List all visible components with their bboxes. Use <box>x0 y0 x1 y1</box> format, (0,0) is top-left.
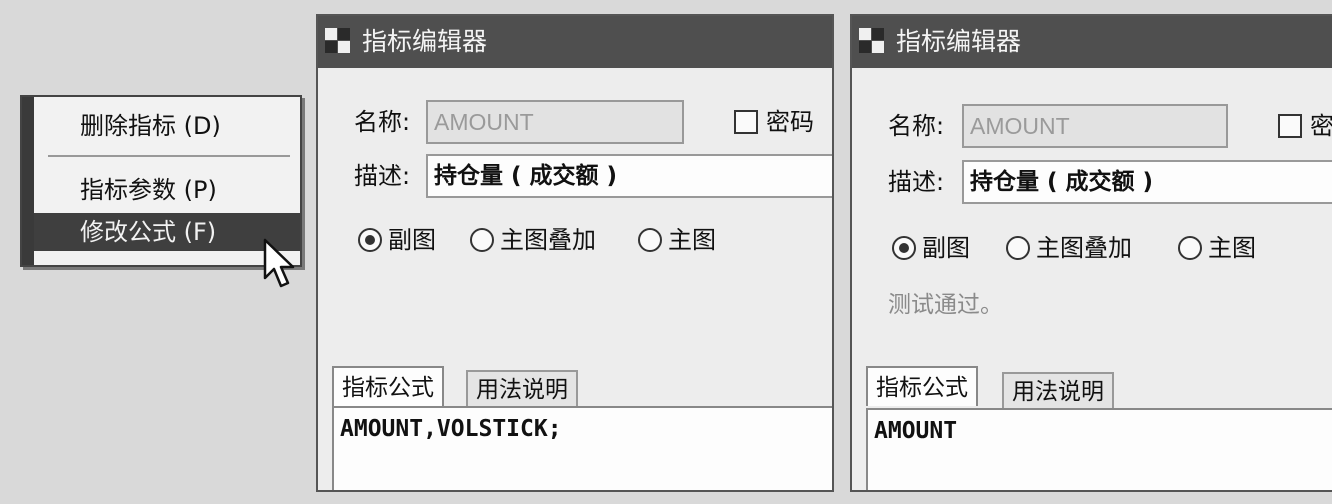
password-checkbox[interactable] <box>734 110 758 134</box>
menu-side-stripe <box>22 97 34 265</box>
menu-separator <box>48 155 290 157</box>
tab-usage-notes[interactable]: 用法说明 <box>466 370 578 406</box>
password-label: 密码 <box>766 108 814 136</box>
radio-main-chart-label: 主图 <box>1208 234 1256 262</box>
description-label: 描述: <box>888 168 945 196</box>
window-icon <box>859 28 884 53</box>
test-status-text: 测试通过。 <box>888 292 1003 318</box>
radio-main-overlay[interactable] <box>1006 236 1030 260</box>
window-title: 指标编辑器 <box>362 27 488 56</box>
menu-item-delete-indicator[interactable]: 删除指标 (D) <box>34 107 300 145</box>
description-field[interactable]: 持仓量 ( 成交额 ) <box>962 160 1332 204</box>
radio-main-chart[interactable] <box>638 228 662 252</box>
radio-sub-chart-label: 副图 <box>388 226 436 254</box>
tab-indicator-formula[interactable]: 指标公式 <box>332 366 444 406</box>
indicator-editor-dialog-2: 指标编辑器 名称: AMOUNT 密 描述: 持仓量 ( 成交额 ) 副图 主图… <box>850 14 1332 492</box>
name-label: 名称: <box>888 112 945 140</box>
name-field[interactable]: AMOUNT <box>962 104 1228 148</box>
title-bar: 指标编辑器 <box>318 16 832 68</box>
radio-main-overlay[interactable] <box>470 228 494 252</box>
window-icon <box>325 28 350 53</box>
indicator-editor-dialog-1: 指标编辑器 名称: AMOUNT 密码 描述: 持仓量 ( 成交额 ) 副图 主… <box>316 14 834 492</box>
password-label: 密 <box>1310 112 1332 140</box>
radio-sub-chart[interactable] <box>358 228 382 252</box>
radio-main-chart-label: 主图 <box>668 226 716 254</box>
radio-main-overlay-label: 主图叠加 <box>1036 234 1132 262</box>
name-field[interactable]: AMOUNT <box>426 100 684 144</box>
description-label: 描述: <box>354 162 411 190</box>
tab-indicator-formula[interactable]: 指标公式 <box>866 366 978 406</box>
name-label: 名称: <box>354 108 411 136</box>
formula-editor[interactable]: AMOUNT,VOLSTICK; <box>332 406 832 490</box>
radio-main-overlay-label: 主图叠加 <box>500 226 596 254</box>
title-bar: 指标编辑器 <box>852 16 1332 68</box>
formula-editor[interactable]: AMOUNT <box>866 408 1332 490</box>
menu-item-edit-formula[interactable]: 修改公式 (F) <box>34 213 300 251</box>
menu-item-indicator-params[interactable]: 指标参数 (P) <box>34 171 300 209</box>
tab-usage-notes[interactable]: 用法说明 <box>1002 372 1114 408</box>
description-field[interactable]: 持仓量 ( 成交额 ) <box>426 154 832 198</box>
radio-sub-chart[interactable] <box>892 236 916 260</box>
radio-main-chart[interactable] <box>1178 236 1202 260</box>
radio-sub-chart-label: 副图 <box>922 234 970 262</box>
window-title: 指标编辑器 <box>896 27 1022 56</box>
password-checkbox[interactable] <box>1278 114 1302 138</box>
context-menu: 删除指标 (D) 指标参数 (P) 修改公式 (F) <box>20 95 302 267</box>
mouse-pointer-icon <box>263 238 295 288</box>
